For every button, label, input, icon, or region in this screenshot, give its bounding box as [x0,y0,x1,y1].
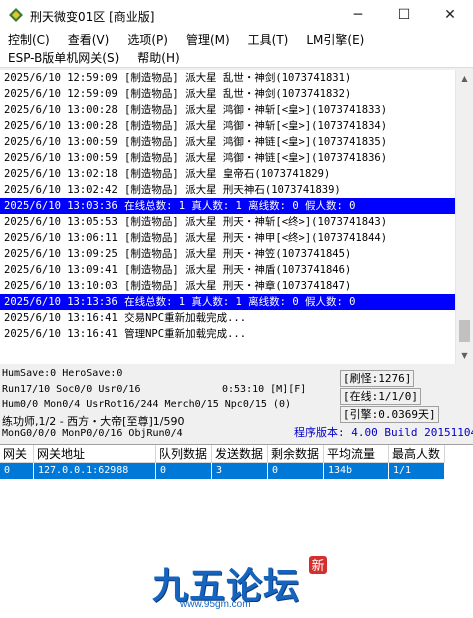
log-line: 2025/6/10 12:59:09 [制造物品] 派大星 乱世・神剑(1073… [4,72,352,84]
status-panel: HumSave:0 HeroSave:0 Run17/10 Soc0/0 Usr… [0,364,473,444]
program-version: 程序版本: 4.00 Build 20151104 [294,426,473,439]
window-title: 刑天微变01区 [商业版] [30,10,155,24]
menu-tools[interactable]: 工具(T) [244,31,293,50]
table-header: 网关 网关地址 队列数据 发送数据 剩余数据 平均流量 最高人数 [0,445,445,463]
log-line-online-summary: 2025/6/10 13:13:36 在线总数: 1 真人数: 1 离线数: 0… [0,294,455,310]
log-line: 2025/6/10 13:02:18 [制造物品] 派大星 皇帝石(107374… [4,168,331,180]
log-line: 2025/6/10 13:09:41 [制造物品] 派大星 刑天・神盾(1073… [4,264,352,276]
log-line: 2025/6/10 13:16:41 管理NPC重新加载完成... [4,328,247,340]
log-line: 2025/6/10 13:00:59 [制造物品] 派大星 鸿御・神链[<皇>]… [4,152,388,164]
cell-gateway-address: 127.0.0.1:62988 [34,463,156,479]
menu-control[interactable]: 控制(C) [4,31,54,50]
menu-manage[interactable]: 管理(M) [182,31,234,50]
log-line: 2025/6/10 13:00:28 [制造物品] 派大星 鸿御・神斩[<皇>]… [4,104,388,116]
scroll-down-icon[interactable]: ▼ [456,347,473,364]
log-scrollbar[interactable]: ▲ ▼ [455,70,473,364]
logo-url: www.95gm.com [180,599,251,610]
cell-remaining-data: 0 [268,463,324,479]
seal-text: 新 [311,558,324,574]
refresh-monster-box: [刷怪:1276] [340,370,415,387]
maximize-icon: ☐ [397,7,411,23]
forum-logo: 九五论坛 www.95gm.com 新 [150,555,330,615]
log-list[interactable]: 2025/6/10 12:59:09 [制造物品] 派大星 乱世・神剑(1073… [0,70,455,364]
seal-icon: 新 [309,556,327,574]
log-line: 2025/6/10 13:16:41 交易NPC重新加载完成... [4,312,247,324]
cell-avg-traffic: 134b [324,463,389,479]
cell-gateway: 0 [0,463,34,479]
menu-help[interactable]: 帮助(H) [133,49,183,68]
scroll-up-icon[interactable]: ▲ [456,70,473,87]
cell-send-data: 3 [212,463,268,479]
log-line: 2025/6/10 13:00:28 [制造物品] 派大星 鸿御・神斩[<皇>]… [4,120,388,132]
log-line-online-summary: 2025/6/10 13:03:36 在线总数: 1 真人数: 1 离线数: 0… [0,198,455,214]
menu-options[interactable]: 选项(P) [123,31,172,50]
menu-bar: 控制(C) 查看(V) 选项(P) 管理(M) 工具(T) LM引擎(E) ES… [0,30,473,68]
log-line: 2025/6/10 12:59:09 [制造物品] 派大星 乱世・神剑(1073… [4,88,352,100]
cell-max-users: 1/1 [389,463,445,479]
close-button[interactable]: ✕ [427,0,473,30]
status-run: Run17/10 Soc0/0 Usr0/16 [2,384,141,395]
engine-box: [引擎:0.0369天] [340,406,439,423]
log-line: 2025/6/10 13:06:11 [制造物品] 派大星 刑天・神甲[<终>]… [4,232,388,244]
cell-queue-data: 0 [156,463,212,479]
menu-esp-gateway[interactable]: ESP-B版单机网关(S) [4,49,123,68]
log-line: 2025/6/10 13:05:53 [制造物品] 派大星 刑天・神斩[<终>]… [4,216,388,228]
col-gateway[interactable]: 网关 [0,445,34,462]
log-line: 2025/6/10 13:10:03 [制造物品] 派大星 刑天・神章(1073… [4,280,352,292]
minimize-icon: ─ [353,7,363,23]
table-row[interactable]: 0 127.0.0.1:62988 0 3 0 134b 1/1 [0,463,445,479]
col-gateway-address[interactable]: 网关地址 [34,445,156,462]
col-remaining-data[interactable]: 剩余数据 [268,445,324,462]
status-trainer: 练功师,1/2 - 西方・大帝[至尊]1/590 [2,415,185,428]
col-max-users[interactable]: 最高人数 [389,445,445,462]
status-save: HumSave:0 HeroSave:0 [2,368,123,379]
col-send-data[interactable]: 发送数据 [212,445,268,462]
status-uptime: 0:53:10 [M][F] [222,384,307,395]
minimize-button[interactable]: ─ [335,0,381,30]
log-line: 2025/6/10 13:00:59 [制造物品] 派大星 鸿御・神链[<皇>]… [4,136,388,148]
app-icon [9,8,23,22]
online-box: [在线:1/1/0] [340,388,421,405]
scroll-thumb[interactable] [459,320,470,342]
col-avg-traffic[interactable]: 平均流量 [324,445,389,462]
title-bar[interactable]: 刑天微变01区 [商业版] ─ ☐ ✕ [0,0,473,30]
close-icon: ✕ [444,7,456,23]
menu-lm-engine[interactable]: LM引擎(E) [302,31,368,50]
log-line: 2025/6/10 13:09:25 [制造物品] 派大星 刑天・神笠(1073… [4,248,352,260]
maximize-button[interactable]: ☐ [381,0,427,30]
status-monsters: MonG0/0/0 MonP0/0/16 ObjRun0/4 [2,428,183,439]
menu-view[interactable]: 查看(V) [64,31,114,50]
status-counts: Hum0/0 Mon0/4 UsrRot16/244 Merch0/15 Npc… [2,399,291,410]
menu-row-2: ESP-B版单机网关(S) 帮助(H) [0,49,184,68]
log-line: 2025/6/10 13:02:42 [制造物品] 派大星 刑天神石(10737… [4,184,341,196]
menu-row-1: 控制(C) 查看(V) 选项(P) 管理(M) 工具(T) LM引擎(E) [0,31,368,50]
col-queue-data[interactable]: 队列数据 [156,445,212,462]
